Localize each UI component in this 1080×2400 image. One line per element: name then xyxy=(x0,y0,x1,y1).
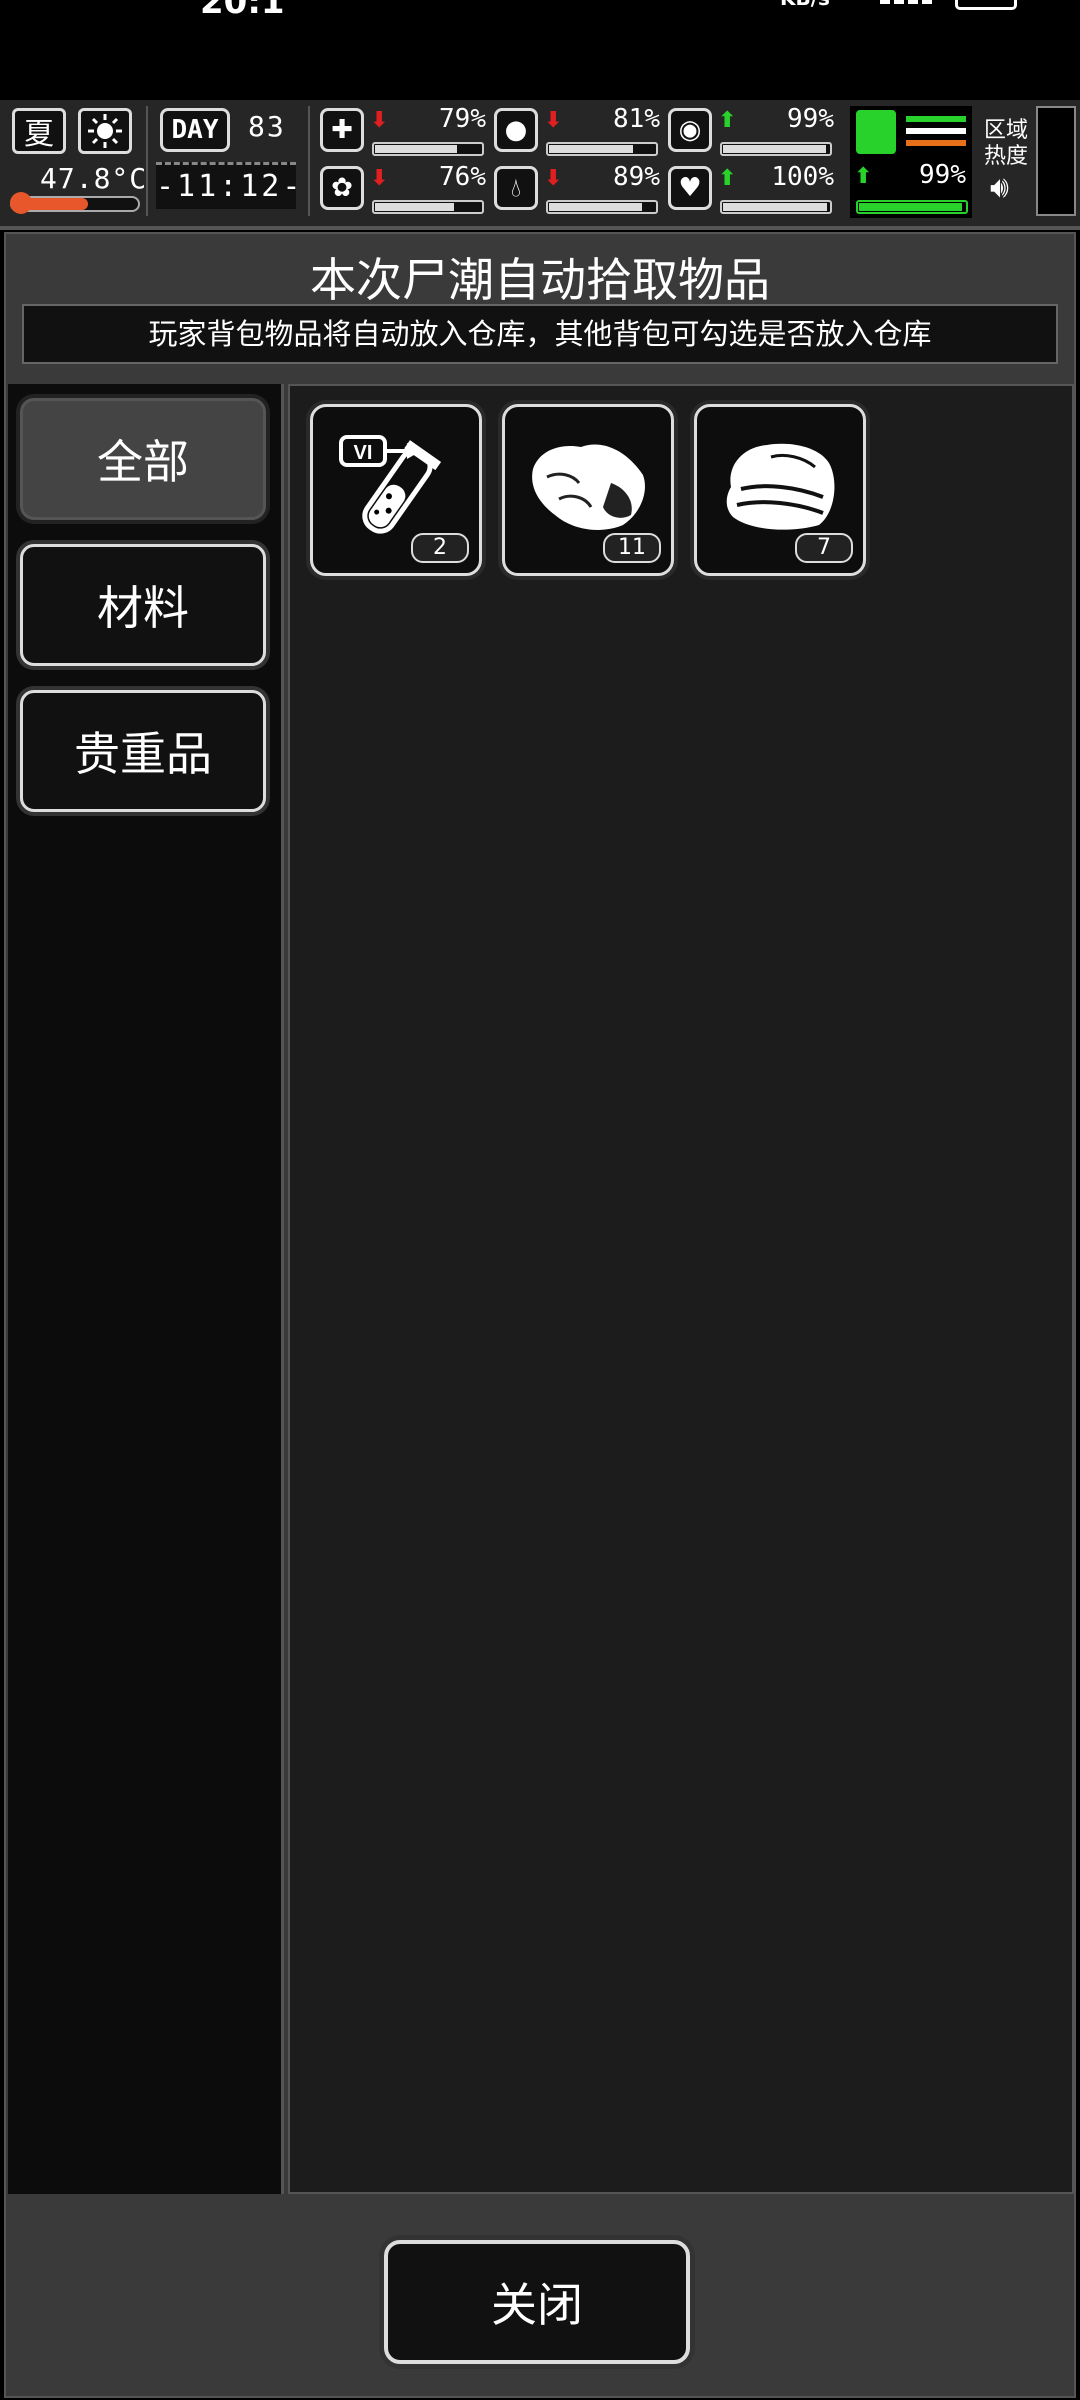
dialog-title: 本次尸潮自动拾取物品 xyxy=(310,253,770,307)
season-badge: 夏 xyxy=(12,108,66,154)
clock-time: 20:1 xyxy=(200,0,285,22)
vital-value: 99% xyxy=(787,104,834,134)
vital-value: 76% xyxy=(439,162,486,192)
auto-loot-dialog: 本次尸潮自动拾取物品 玩家背包物品将自动放入仓库，其他背包可勾选是否放入仓库 全… xyxy=(4,232,1076,2398)
vital-stat: ✚ ⬇ 79% xyxy=(320,104,490,158)
item-slot[interactable]: 11 xyxy=(502,404,674,576)
brain-icon: ✿ xyxy=(320,166,364,210)
thermometer-icon xyxy=(10,192,32,214)
close-button[interactable]: 关闭 xyxy=(384,2240,690,2364)
arrow-down-icon: ⬇ xyxy=(544,108,563,133)
vital-bar xyxy=(546,200,658,214)
stamina-arrow-icon: ⬆ xyxy=(854,164,873,189)
day-label: DAY xyxy=(171,115,219,145)
vital-bar xyxy=(372,142,484,156)
temperature-readout: 47.8°C xyxy=(40,162,148,195)
item-count: 7 xyxy=(795,533,853,563)
stamina-bar xyxy=(856,200,968,214)
tab-materials[interactable]: 材料 xyxy=(20,544,266,666)
arrow-down-icon: ⬇ xyxy=(544,166,563,191)
day-badge: DAY xyxy=(160,108,230,152)
vital-value: 100% xyxy=(771,162,834,192)
speaker-icon[interactable]: 🔊︎ xyxy=(990,170,1009,205)
tab-valuables-label: 贵重品 xyxy=(74,727,212,781)
season-label: 夏 xyxy=(24,117,54,152)
vital-bar xyxy=(546,142,658,156)
water-drop-icon: 💧︎ xyxy=(494,166,538,210)
survival-hud: 夏 47.8°C DAY 83 -11:12- ✚ ⬇ 79% ● ⬇ 81% ◉ ⬆ 99% ✿… xyxy=(0,100,1080,230)
vital-value: 81% xyxy=(613,104,660,134)
region-heat-meter xyxy=(1036,106,1076,216)
stomach-icon: ● xyxy=(494,108,538,152)
raw-meat-icon xyxy=(532,444,645,530)
vial-badge: VI xyxy=(354,442,373,464)
medkit-icon: ✚ xyxy=(320,108,364,152)
dialog-footer: 关闭 xyxy=(6,2200,1074,2396)
item-slot[interactable]: 7 xyxy=(694,404,866,576)
sun-icon xyxy=(78,108,132,154)
cloth-icon xyxy=(726,443,835,530)
arrow-down-icon: ⬇ xyxy=(370,166,389,191)
item-count: 11 xyxy=(603,533,661,563)
tab-materials-label: 材料 xyxy=(97,581,189,635)
signal-icon xyxy=(880,0,932,4)
vital-bar xyxy=(720,142,832,156)
system-status-bar: 20:1 KB/s xyxy=(0,0,1080,100)
stamina-panel: ⬆ 99% xyxy=(850,106,972,218)
item-slot[interactable]: VI 2 xyxy=(310,404,482,576)
vital-stat: ● ⬇ 81% xyxy=(494,104,664,158)
arrow-up-icon: ⬆ xyxy=(718,166,737,191)
vital-value: 89% xyxy=(613,162,660,192)
vital-bar xyxy=(372,200,484,214)
tab-valuables[interactable]: 贵重品 xyxy=(20,690,266,812)
category-sidebar: 全部 材料 贵重品 xyxy=(8,384,284,2194)
stamina-value: 99% xyxy=(919,160,966,190)
item-count: 2 xyxy=(411,533,469,563)
thermometer-bar xyxy=(10,192,140,214)
pill-icon: ◉ xyxy=(668,108,712,152)
day-number: 83 xyxy=(248,110,286,143)
item-grid: VI 2 11 7 xyxy=(288,384,1074,2194)
heart-icon: ♥ xyxy=(668,166,712,210)
vital-stat: ◉ ⬆ 99% xyxy=(668,104,838,158)
region-heat-label: 区域热度 xyxy=(984,118,1029,169)
tab-all[interactable]: 全部 xyxy=(20,398,266,520)
vital-value: 79% xyxy=(439,104,486,134)
vital-bar xyxy=(720,200,832,214)
vital-stat: 💧︎ ⬇ 89% xyxy=(494,162,664,216)
vital-stat: ♥ ⬆ 100% xyxy=(668,162,838,216)
tab-all-label: 全部 xyxy=(97,435,189,489)
boot-icon xyxy=(856,110,896,154)
arrow-up-icon: ⬆ xyxy=(718,108,737,133)
notice-text: 玩家背包物品将自动放入仓库，其他背包可勾选是否放入仓库 xyxy=(22,304,1058,364)
vaccine-vial-icon: VI xyxy=(339,435,442,534)
arrow-down-icon: ⬇ xyxy=(370,108,389,133)
network-speed-unit: KB/s xyxy=(780,0,830,10)
battery-icon xyxy=(955,0,1017,10)
game-clock: -11:12- xyxy=(156,162,300,209)
vital-stat: ✿ ⬇ 76% xyxy=(320,162,490,216)
